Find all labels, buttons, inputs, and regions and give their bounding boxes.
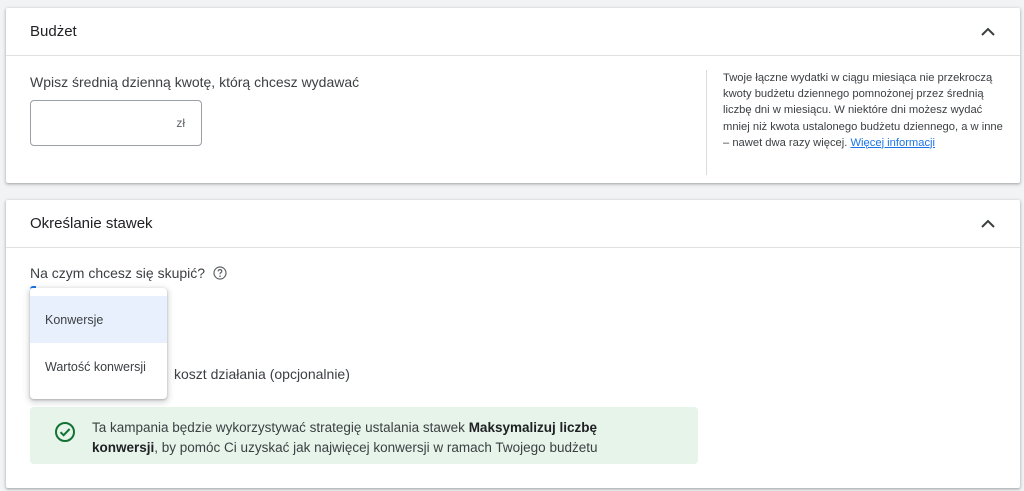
focus-dropdown-menu: Konwersje Wartość konwersji — [30, 288, 167, 399]
info-text-part: , by pomóc Ci uzyskać jak najwięcej konw… — [154, 440, 598, 455]
dropdown-option-conversion-value[interactable]: Wartość konwersji — [30, 343, 167, 390]
budget-title: Budżet — [30, 23, 77, 40]
budget-amount-field[interactable]: zł — [30, 100, 202, 146]
budget-amount-input[interactable] — [31, 101, 181, 145]
bidding-title: Określanie stawek — [30, 215, 153, 232]
info-text-bold: Maksymalizuj liczbę — [468, 420, 597, 435]
check-circle-icon — [54, 421, 76, 443]
focus-label: Na czym chcesz się skupić? — [30, 265, 206, 281]
chevron-up-icon[interactable] — [978, 214, 998, 234]
budget-card: Budżet Wpisz średnią dzienną kwotę, któr… — [6, 8, 1020, 183]
info-text-bold: konwersji — [92, 440, 155, 455]
currency-label: zł — [176, 116, 185, 130]
budget-header[interactable]: Budżet — [6, 8, 1020, 56]
strategy-info-box: Ta kampania będzie wykorzystywać strateg… — [30, 407, 698, 464]
info-text-part: Ta kampania będzie wykorzystywać strateg… — [92, 420, 469, 435]
learn-more-link[interactable]: Więcej informacji — [850, 137, 935, 149]
help-circle-icon[interactable] — [213, 266, 227, 280]
dropdown-option-conversions[interactable]: Konwersje — [30, 296, 167, 343]
bidding-header[interactable]: Określanie stawek — [6, 200, 1020, 248]
focus-question: Na czym chcesz się skupić? — [30, 265, 227, 281]
target-cost-label: koszt działania (opcjonalnie) — [174, 366, 350, 382]
strategy-info-text: Ta kampania będzie wykorzystywać strateg… — [92, 418, 672, 458]
budget-help-text: Twoje łączne wydatki w ciągu miesiąca ni… — [706, 70, 1006, 175]
chevron-up-icon[interactable] — [978, 22, 998, 42]
budget-input-label: Wpisz średnią dzienną kwotę, którą chces… — [30, 74, 360, 90]
